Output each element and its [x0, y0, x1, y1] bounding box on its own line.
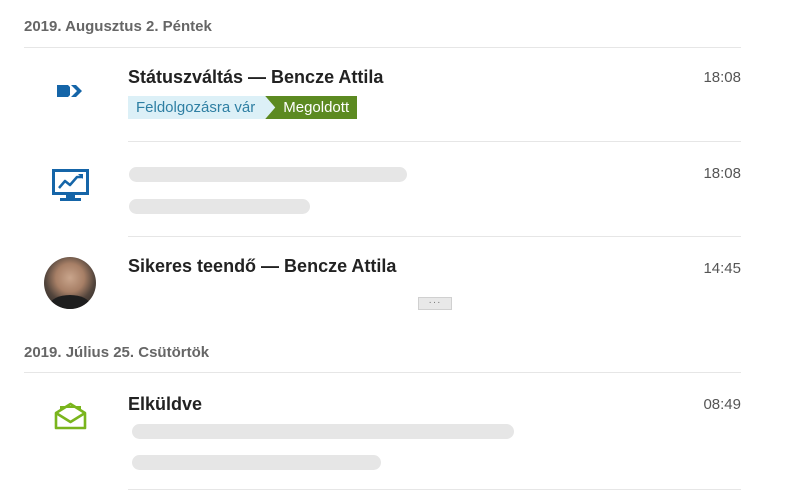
status-change-icon	[57, 84, 83, 103]
item-time: 14:45	[703, 260, 741, 277]
status-to-badge: Megoldott	[265, 96, 358, 119]
avatar	[44, 257, 96, 309]
divider	[128, 489, 741, 490]
date-header: 2019. Július 25. Csütörtök	[24, 344, 210, 361]
status-from-badge: Feldolgozásra vár	[128, 96, 275, 119]
status-tags: Feldolgozásra vár Megoldott	[128, 96, 358, 119]
loading-placeholder	[132, 455, 381, 470]
item-time: 18:08	[703, 165, 741, 182]
date-header: 2019. Augusztus 2. Péntek	[24, 18, 212, 35]
item-title: Státuszváltás — Bencze Attila	[128, 67, 384, 87]
divider	[128, 236, 741, 237]
divider	[24, 47, 741, 48]
item-time: 18:08	[703, 69, 741, 86]
loading-placeholder	[132, 424, 514, 439]
item-time: 08:49	[703, 396, 741, 413]
expand-button[interactable]: ···	[418, 297, 452, 310]
item-title: Sikeres teendő — Bencze Attila	[128, 256, 397, 276]
loading-placeholder	[129, 167, 407, 182]
divider	[24, 372, 741, 373]
divider	[128, 141, 741, 142]
monitor-chart-icon	[52, 169, 89, 207]
loading-placeholder	[129, 199, 310, 214]
open-envelope-icon	[54, 402, 87, 435]
item-title: Elküldve	[128, 394, 203, 414]
